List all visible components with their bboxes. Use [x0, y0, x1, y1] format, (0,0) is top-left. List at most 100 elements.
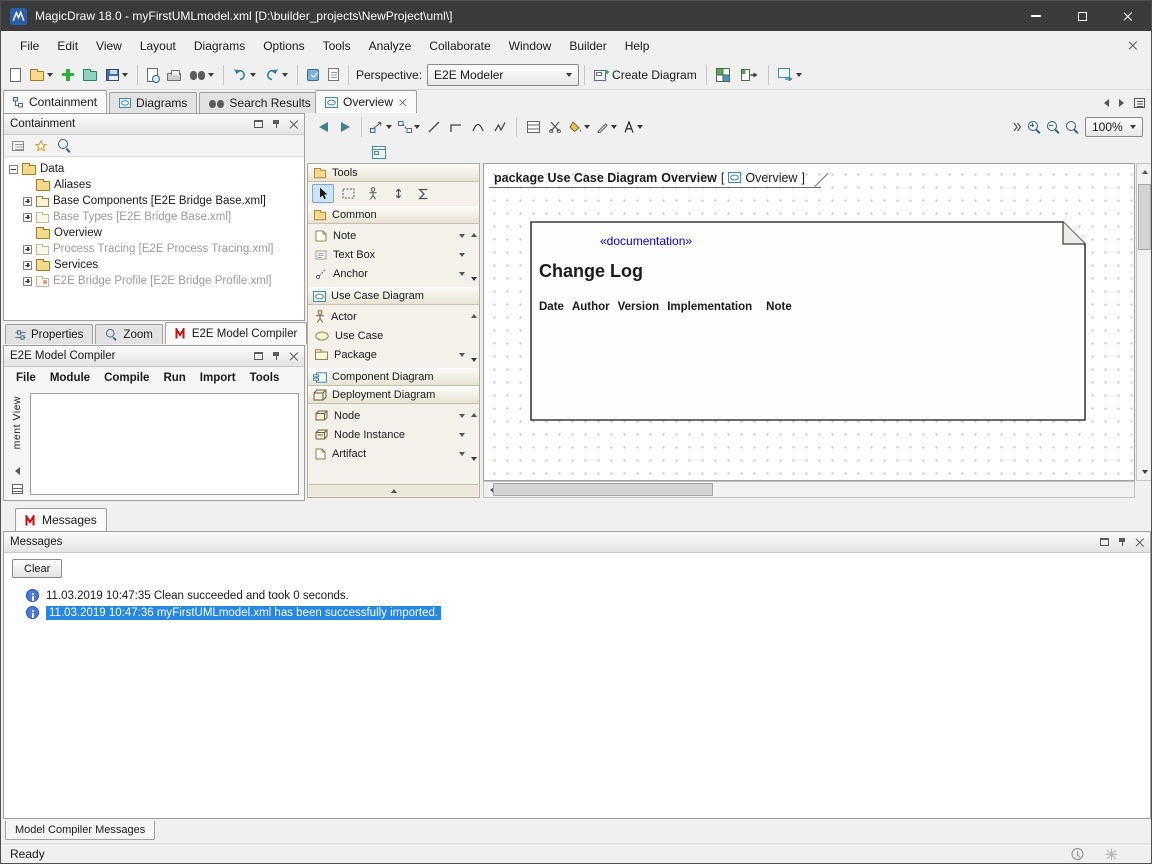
- menu-builder[interactable]: Builder: [560, 34, 615, 58]
- line-style-rectilinear-button[interactable]: [446, 116, 466, 138]
- validate-button[interactable]: [303, 63, 323, 87]
- menu-file[interactable]: File: [11, 34, 48, 58]
- toolbar-overflow-icon[interactable]: [1013, 122, 1022, 132]
- vertical-scroll-thumb[interactable]: [1138, 184, 1151, 250]
- scroll-down-button[interactable]: [1137, 464, 1152, 480]
- back-button[interactable]: [313, 116, 333, 138]
- compiler-menu-run[interactable]: Run: [157, 369, 191, 387]
- expand-icon[interactable]: [23, 197, 32, 206]
- scroll-down-icon[interactable]: [471, 358, 477, 362]
- tree-item-aliases[interactable]: Aliases: [4, 177, 304, 193]
- tab-model-compiler-messages[interactable]: Model Compiler Messages: [5, 821, 155, 840]
- tree-item-data[interactable]: Data: [4, 161, 304, 177]
- perspective-select[interactable]: E2E Modeler: [427, 64, 579, 86]
- zoom-out-icon[interactable]: [1047, 121, 1060, 134]
- message-row-selected[interactable]: 11.03.2019 10:47:36 myFirstUMLmodel.xml …: [4, 604, 1150, 621]
- snowflake-icon[interactable]: [1105, 848, 1118, 861]
- close-panel-icon[interactable]: [289, 120, 298, 129]
- report-button[interactable]: [324, 63, 343, 87]
- palette-item-anchor[interactable]: Anchor: [308, 264, 479, 283]
- canvas-horizontal-scrollbar[interactable]: [483, 481, 1135, 498]
- add-resource-button[interactable]: [58, 63, 78, 87]
- tab-search-results[interactable]: Search Results: [199, 92, 320, 113]
- compartments-button[interactable]: [523, 116, 543, 138]
- palette-header-component[interactable]: Component Diagram: [308, 368, 479, 386]
- float-panel-icon[interactable]: [1100, 538, 1109, 546]
- palette-header-use-case[interactable]: Use Case Diagram: [308, 287, 479, 305]
- message-row[interactable]: 11.03.2019 10:47:35 Clean succeeded and …: [4, 587, 1150, 604]
- pin-panel-icon[interactable]: [271, 119, 281, 129]
- tab-zoom[interactable]: Zoom: [95, 324, 162, 344]
- pin-panel-icon[interactable]: [271, 351, 281, 361]
- compiler-menu-tools[interactable]: Tools: [244, 369, 286, 387]
- compiler-menu-file[interactable]: File: [10, 369, 42, 387]
- zoom-level-select[interactable]: 100%: [1085, 117, 1143, 137]
- tree-item-base-types[interactable]: Base Types [E2E Bridge Base.xml]: [4, 209, 304, 225]
- expand-icon[interactable]: [23, 213, 32, 222]
- open-element-button[interactable]: [79, 63, 101, 87]
- builder-transform-button[interactable]: [737, 63, 763, 87]
- tab-messages[interactable]: Messages: [15, 508, 107, 531]
- zoom-fit-icon[interactable]: [1066, 121, 1079, 134]
- open-project-button[interactable]: [26, 63, 57, 87]
- tree-options-icon[interactable]: [12, 141, 24, 151]
- maximize-button[interactable]: [1059, 1, 1105, 31]
- touch-pointer-icon[interactable]: [1070, 847, 1085, 861]
- palette-item-package[interactable]: Package: [308, 345, 479, 364]
- palette-item-node-instance[interactable]: Node Instance: [308, 425, 479, 444]
- display-paths-button[interactable]: [396, 116, 422, 138]
- scroll-down-icon[interactable]: [471, 277, 477, 281]
- palette-scroll-up-bar[interactable]: [309, 484, 478, 496]
- scroll-down-icon[interactable]: [471, 457, 477, 461]
- documentation-note[interactable]: «documentation» Change Log Date Author V…: [530, 221, 1086, 421]
- related-elements-button[interactable]: [368, 116, 394, 138]
- line-color-button[interactable]: [594, 116, 619, 138]
- menu-diagrams[interactable]: Diagrams: [185, 34, 254, 58]
- palette-item-actor[interactable]: Actor: [308, 307, 479, 326]
- menu-options[interactable]: Options: [254, 34, 313, 58]
- menu-edit[interactable]: Edit: [48, 34, 87, 58]
- diagram-canvas[interactable]: package Use Case Diagram Overview [ Over…: [484, 164, 1134, 480]
- collapse-left-icon[interactable]: [15, 467, 20, 475]
- close-button[interactable]: [1105, 1, 1151, 31]
- palette-header-deployment[interactable]: Deployment Diagram: [308, 386, 479, 404]
- font-button[interactable]: [621, 116, 645, 138]
- create-diagram-button[interactable]: Create Diagram: [590, 63, 701, 87]
- palette-item-note[interactable]: Note: [308, 226, 479, 245]
- palette-item-node[interactable]: Node: [308, 406, 479, 425]
- print-button[interactable]: [163, 63, 185, 87]
- view-grid-icon[interactable]: [12, 484, 23, 494]
- cut-paths-button[interactable]: [545, 116, 565, 138]
- clear-button[interactable]: Clear: [12, 559, 62, 578]
- menu-analyze[interactable]: Analyze: [360, 34, 421, 58]
- collapsed-view-tab[interactable]: ment View: [11, 396, 23, 449]
- collapse-icon[interactable]: [9, 165, 18, 174]
- minimize-button[interactable]: [1013, 1, 1059, 31]
- align-tool-button[interactable]: [387, 184, 409, 203]
- menu-window[interactable]: Window: [500, 34, 561, 58]
- menu-collaborate[interactable]: Collaborate: [420, 34, 499, 58]
- save-button[interactable]: [102, 63, 132, 87]
- scroll-up-icon[interactable]: [471, 314, 477, 318]
- expand-icon[interactable]: [23, 277, 32, 286]
- palette-item-artifact[interactable]: Artifact: [308, 444, 479, 463]
- fill-color-button[interactable]: [567, 116, 592, 138]
- close-panel-icon[interactable]: [1135, 538, 1144, 547]
- compiler-menu-module[interactable]: Module: [44, 369, 96, 387]
- palette-header-tools[interactable]: Tools: [308, 164, 479, 182]
- tab-diagrams[interactable]: Diagrams: [109, 92, 197, 113]
- tab-properties[interactable]: Properties: [5, 324, 93, 344]
- next-diagram-icon[interactable]: [1119, 99, 1124, 107]
- search-icon[interactable]: [58, 139, 71, 152]
- expand-icon[interactable]: [23, 261, 32, 270]
- tree-item-base-components[interactable]: Base Components [E2E Bridge Base.xml]: [4, 193, 304, 209]
- sticky-tool-button[interactable]: [362, 184, 384, 203]
- tab-containment[interactable]: Containment: [3, 90, 107, 113]
- menu-view[interactable]: View: [87, 34, 131, 58]
- palette-header-common[interactable]: Common: [308, 206, 479, 224]
- tab-overview-diagram[interactable]: Overview: [315, 90, 417, 113]
- palette-item-use-case[interactable]: Use Case: [308, 326, 479, 345]
- pin-panel-icon[interactable]: [1117, 537, 1127, 547]
- publish-button[interactable]: [774, 63, 806, 87]
- close-tab-icon[interactable]: [399, 98, 406, 105]
